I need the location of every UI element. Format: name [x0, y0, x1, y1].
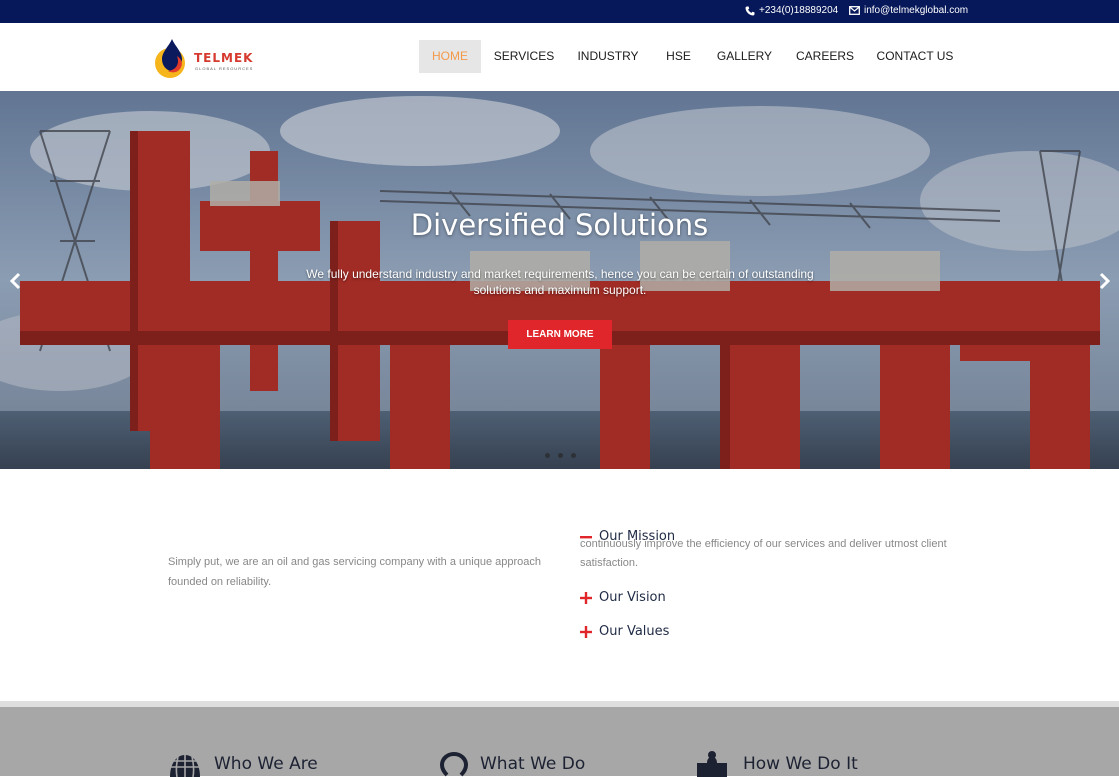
accordion-values-title: Our Values [599, 624, 670, 639]
section-divider [0, 701, 1119, 707]
brand-tagline: GLOBAL RESOURCES [195, 66, 254, 71]
hero-slider: Diversified Solutions We fully understan… [0, 91, 1119, 469]
phone-number: +234(0)18889204 [759, 5, 839, 16]
email-address: info@telmekglobal.com [864, 5, 969, 16]
hero-description: We fully understand industry and market … [306, 267, 814, 297]
email-contact[interactable]: info@telmekglobal.com [849, 5, 968, 16]
about-intro: Simply put, we are an oil and gas servic… [168, 556, 541, 588]
about-section: Simply put, we are an oil and gas servic… [0, 469, 1119, 706]
nav-industry[interactable]: INDUSTRY [573, 40, 643, 73]
plus-icon [580, 591, 592, 604]
features-section: Who We Are What We Do How We Do It [0, 701, 1119, 777]
slider-dot[interactable] [557, 453, 563, 458]
accordion-vision-header[interactable]: Our Vision [580, 590, 666, 605]
feature-who-title: Who We Are [214, 754, 318, 774]
phone-icon [745, 6, 755, 16]
feature-what-title: What We Do [480, 754, 586, 774]
nav-services[interactable]: SERVICES [491, 40, 557, 73]
slider-next-button[interactable] [1096, 271, 1112, 291]
slider-dot[interactable] [544, 453, 550, 458]
slider-dot[interactable] [570, 453, 576, 458]
hero-title: Diversified Solutions [410, 208, 709, 242]
logo-drop-icon [155, 39, 185, 78]
nav-gallery[interactable]: GALLERY [713, 40, 776, 73]
feature-who-we-are: Who We Are [168, 751, 318, 777]
chevron-right-icon [1099, 272, 1111, 290]
slider-prev-button[interactable] [8, 271, 24, 291]
feature-how-we-do-it: How We Do It [697, 751, 858, 777]
feature-what-we-do: What We Do [440, 751, 585, 777]
nav-contact-us[interactable]: CONTACT US [873, 40, 957, 73]
plus-icon [580, 625, 592, 638]
learn-more-button[interactable]: LEARN MORE [508, 320, 612, 349]
slider-dots [530, 453, 590, 458]
accordion-vision-title: Our Vision [599, 590, 666, 605]
nav-home[interactable]: HOME [419, 40, 481, 73]
target-icon [440, 752, 468, 777]
envelope-icon [849, 6, 860, 15]
accordion-values-header[interactable]: Our Values [580, 624, 669, 639]
accordion-mission-content: continuously improve the efficiency of o… [580, 538, 947, 569]
phone-contact[interactable]: +234(0)18889204 [745, 5, 838, 16]
brand-name: TELMEK [194, 51, 254, 65]
globe-icon [170, 755, 200, 777]
nav-hse[interactable]: HSE [662, 40, 695, 73]
brand-logo[interactable]: TELMEK GLOBAL RESOURCES [152, 37, 262, 79]
main-header: TELMEK GLOBAL RESOURCES HOME SERVICES IN… [0, 23, 1119, 91]
puzzle-icon [697, 751, 727, 777]
nav-careers[interactable]: CAREERS [794, 40, 856, 73]
feature-how-title: How We Do It [743, 754, 858, 774]
chevron-left-icon [9, 272, 21, 290]
top-contact-bar: +234(0)18889204 info@telmekglobal.com [0, 0, 1119, 23]
